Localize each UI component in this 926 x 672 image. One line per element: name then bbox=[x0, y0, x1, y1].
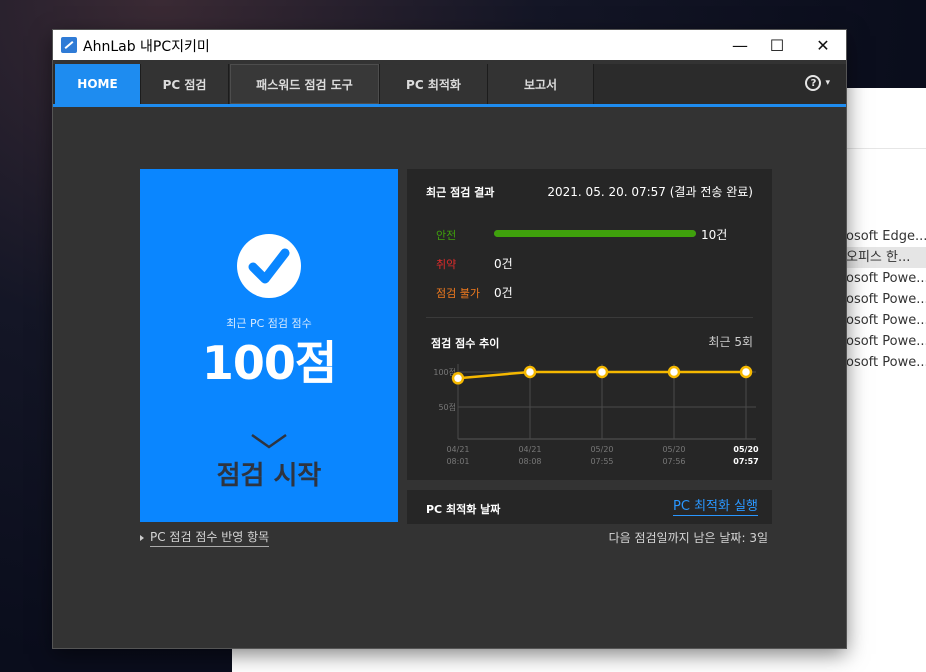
background-divider bbox=[846, 148, 926, 149]
background-list-item[interactable]: osoft Powe... bbox=[846, 289, 926, 310]
result-safe-count: 10건 bbox=[701, 228, 728, 242]
x-tick-label-time: 07:57 bbox=[733, 457, 758, 466]
result-vulnerable-label: 취약 bbox=[436, 258, 457, 271]
background-list: osoft Edge... 오피스 한... osoft Powe... oso… bbox=[846, 226, 926, 373]
nav-underline bbox=[53, 104, 846, 107]
x-tick-label-date: 05/20 bbox=[590, 445, 613, 454]
app-window: AhnLab 내PC지키미 — ☐ ✕ HOME PC 점검 패스워드 점검 도… bbox=[53, 30, 846, 648]
results-date: 2021. 05. 20. 07:57 (결과 전송 완료) bbox=[547, 185, 753, 199]
background-list-item[interactable]: 오피스 한... bbox=[846, 247, 926, 268]
trend-title: 점검 점수 추이 bbox=[431, 337, 500, 350]
checkmark-icon bbox=[237, 234, 301, 298]
x-tick-label-time: 07:56 bbox=[662, 457, 685, 466]
window-title: AhnLab 내PC지키미 bbox=[83, 39, 210, 55]
tab-pc-optimize[interactable]: PC 최적화 bbox=[380, 64, 488, 104]
score-items-link-label[interactable]: PC 점검 점수 반영 항목 bbox=[150, 528, 270, 547]
score-panel: 최근 PC 점검 점수 100점 점검 시작 bbox=[140, 169, 398, 522]
x-tick-label-time: 08:01 bbox=[446, 457, 469, 466]
main-nav: HOME PC 점검 패스워드 점검 도구 PC 최적화 보고서 ? ▾ bbox=[53, 64, 846, 107]
result-uncheckable-count: 0건 bbox=[494, 286, 513, 300]
x-tick-label-date: 04/21 bbox=[518, 445, 541, 454]
trend-point bbox=[595, 365, 609, 379]
x-tick-label-date: 05/20 bbox=[662, 445, 685, 454]
results-panel: 최근 점검 결과 2021. 05. 20. 07:57 (결과 전송 완료) … bbox=[407, 169, 772, 480]
score-value: 100점 bbox=[201, 336, 337, 390]
result-safe-label: 안전 bbox=[436, 229, 457, 242]
title-bar[interactable]: AhnLab 내PC지키미 — ☐ ✕ bbox=[53, 30, 846, 60]
optimize-date-label: PC 최적화 날짜 bbox=[426, 503, 501, 516]
trend-point bbox=[451, 372, 465, 385]
close-button[interactable]: ✕ bbox=[800, 30, 846, 60]
results-divider bbox=[426, 317, 753, 318]
trend-point bbox=[667, 365, 681, 379]
y-tick-label: 50점 bbox=[438, 402, 456, 412]
next-check-days: 다음 점검일까지 남은 날짜: 3일 bbox=[608, 531, 768, 545]
safe-bar bbox=[494, 230, 696, 237]
app-logo-icon bbox=[61, 37, 77, 53]
help-icon[interactable]: ? bbox=[805, 75, 822, 91]
trend-point bbox=[739, 365, 753, 379]
x-tick-label-time: 08:08 bbox=[518, 457, 541, 466]
result-vulnerable-count: 0건 bbox=[494, 257, 513, 271]
tab-password-check-tool[interactable]: 패스워드 점검 도구 bbox=[230, 64, 380, 104]
tab-home[interactable]: HOME bbox=[55, 64, 141, 104]
maximize-button[interactable]: ☐ bbox=[754, 30, 800, 60]
background-list-item[interactable]: osoft Powe... bbox=[846, 331, 926, 352]
safe-bar-fill bbox=[494, 230, 696, 237]
x-tick-label-date: 05/20 bbox=[733, 445, 759, 454]
background-list-item[interactable]: osoft Powe... bbox=[846, 310, 926, 331]
result-uncheckable-label: 점검 불가 bbox=[436, 287, 480, 300]
tab-pc-check[interactable]: PC 점검 bbox=[141, 64, 229, 104]
chevron-down-icon[interactable]: ▾ bbox=[825, 78, 830, 88]
results-title: 최근 점검 결과 bbox=[426, 186, 495, 199]
trend-point bbox=[523, 365, 537, 379]
tab-report[interactable]: 보고서 bbox=[488, 64, 594, 104]
run-optimize-link[interactable]: PC 최적화 실행 bbox=[673, 495, 758, 516]
start-check-button[interactable]: 점검 시작 bbox=[140, 455, 398, 492]
optimize-panel: PC 최적화 날짜 PC 최적화 실행 bbox=[407, 490, 772, 524]
help-menu[interactable]: ? ▾ bbox=[805, 75, 830, 91]
x-tick-label-time: 07:55 bbox=[590, 457, 613, 466]
background-list-item[interactable]: osoft Powe... bbox=[846, 268, 926, 289]
trend-recent: 최근 5회 bbox=[708, 335, 753, 349]
background-list-item[interactable]: osoft Powe... bbox=[846, 352, 926, 373]
background-list-item[interactable]: osoft Edge... bbox=[846, 226, 926, 247]
score-items-link[interactable]: PC 점검 점수 반영 항목 bbox=[140, 528, 270, 547]
trend-chart: 100점50점04/2108:0104/2108:0805/2007:5505/… bbox=[433, 364, 759, 466]
x-tick-label-date: 04/21 bbox=[446, 445, 469, 454]
arrow-right-icon bbox=[140, 534, 144, 541]
chevron-down-icon[interactable] bbox=[250, 432, 288, 452]
